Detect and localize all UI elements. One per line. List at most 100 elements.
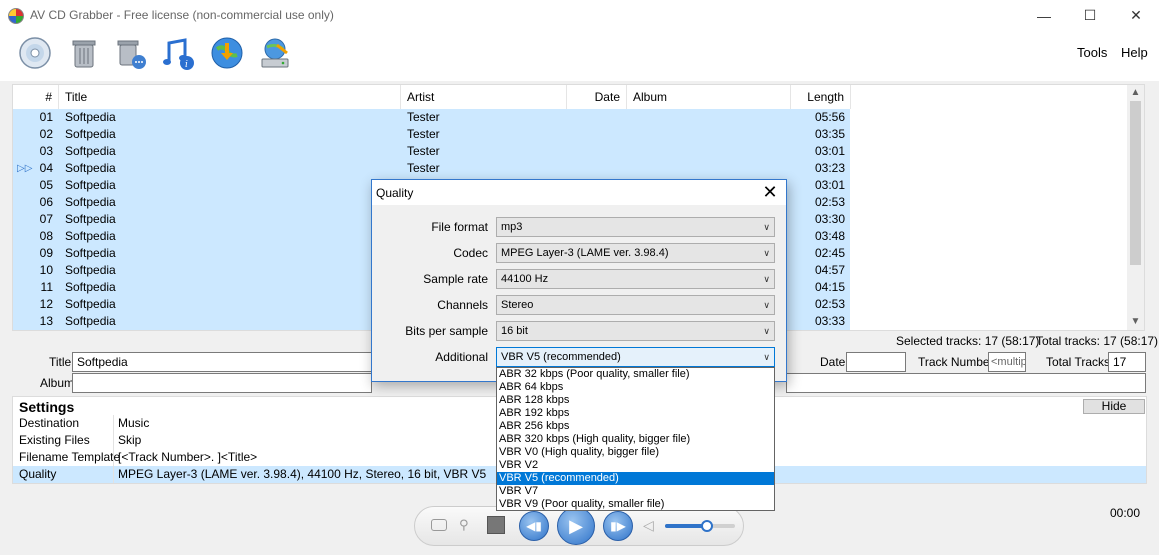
total-tracks-field[interactable]: 17 — [1108, 352, 1146, 372]
tools-menu[interactable]: Tools — [1077, 45, 1107, 60]
dialog-select[interactable]: 44100 Hz ∨ — [496, 269, 775, 289]
download-globe-icon[interactable] — [209, 35, 245, 71]
cd-icon[interactable] — [17, 35, 53, 71]
app-cd-icon — [8, 8, 24, 24]
track-number-label: Track Number — [918, 355, 994, 369]
track-number-field[interactable]: <multip — [988, 352, 1026, 372]
track-number: 06 — [39, 195, 53, 209]
scroll-down-arrow[interactable]: ▼ — [1127, 314, 1144, 330]
dialog-select[interactable]: mp3 ∨ — [496, 217, 775, 237]
track-length: 03:35 — [814, 127, 845, 141]
column-header-title[interactable]: Title — [59, 85, 401, 109]
chevron-down-icon: ∨ — [763, 248, 770, 258]
chevron-down-icon: ∨ — [763, 326, 770, 336]
dropdown-option[interactable]: VBR V7 — [497, 485, 774, 498]
minimize-button[interactable]: — — [1021, 0, 1067, 31]
eject-icon[interactable] — [431, 519, 447, 531]
date-field[interactable] — [846, 352, 906, 372]
track-title: Softpedia — [65, 280, 116, 294]
settings-divider — [113, 466, 114, 483]
dropdown-option[interactable]: ABR 320 kbps (High quality, bigger file) — [497, 433, 774, 446]
track-number: 05 — [39, 178, 53, 192]
dialog-select[interactable]: VBR V5 (recommended) ∨ — [496, 347, 775, 367]
settings-key: Filename Template — [19, 450, 121, 464]
track-list-scrollbar[interactable]: ▲ ▼ — [1127, 85, 1144, 330]
chevron-down-icon: ∨ — [763, 222, 770, 232]
dialog-close-icon[interactable]: ✕ — [760, 182, 780, 202]
track-number: 13 — [39, 314, 53, 328]
stop-icon[interactable] — [487, 516, 505, 534]
total-tracks-label: Total Tracks — [1046, 355, 1111, 369]
column-header-length[interactable]: Length — [791, 85, 851, 109]
dropdown-option[interactable]: ABR 32 kbps (Poor quality, smaller file) — [497, 368, 774, 381]
music-info-icon[interactable]: i — [161, 35, 197, 71]
column-header-date[interactable]: Date — [567, 85, 627, 109]
date-label: Date — [820, 355, 846, 369]
column-header-number[interactable]: # — [13, 85, 59, 109]
title-field[interactable]: Softpedia — [72, 352, 372, 372]
dropdown-option[interactable]: ABR 192 kbps — [497, 407, 774, 420]
dialog-select[interactable]: 16 bit ∨ — [496, 321, 775, 341]
chevron-down-icon: ∨ — [763, 274, 770, 284]
album-field-continued[interactable] — [786, 373, 1146, 393]
dialog-field-label: Channels — [437, 298, 488, 312]
previous-track-button[interactable]: ◀▮ — [519, 511, 549, 541]
track-artist: Tester — [407, 161, 440, 175]
trash-options-icon[interactable] — [114, 35, 150, 71]
track-length: 02:53 — [814, 195, 845, 209]
maximize-button[interactable]: ☐ — [1067, 0, 1113, 31]
hide-settings-button[interactable]: Hide — [1083, 399, 1145, 414]
track-number: 09 — [39, 246, 53, 260]
track-title: Softpedia — [65, 110, 116, 124]
ribbon-icon[interactable]: ⚲ — [459, 517, 469, 533]
track-length: 03:33 — [814, 314, 845, 328]
trash-icon[interactable] — [66, 35, 102, 71]
close-button[interactable]: ✕ — [1113, 0, 1159, 31]
dialog-select-value: MPEG Layer-3 (LAME ver. 3.98.4) — [501, 247, 669, 259]
dropdown-option[interactable]: VBR V0 (High quality, bigger file) — [497, 446, 774, 459]
dropdown-option[interactable]: ABR 128 kbps — [497, 394, 774, 407]
help-menu[interactable]: Help — [1121, 45, 1148, 60]
dropdown-option[interactable]: ABR 256 kbps — [497, 420, 774, 433]
track-title: Softpedia — [65, 212, 116, 226]
volume-knob[interactable] — [701, 520, 713, 532]
track-title: Softpedia — [65, 297, 116, 311]
track-length: 04:15 — [814, 280, 845, 294]
dialog-select-value: mp3 — [501, 221, 523, 233]
dialog-select-value: 44100 Hz — [501, 273, 549, 285]
column-header-artist[interactable]: Artist — [401, 85, 567, 109]
chevron-down-icon: ∨ — [763, 300, 770, 310]
scroll-up-arrow[interactable]: ▲ — [1127, 85, 1144, 101]
dropdown-option[interactable]: VBR V9 (Poor quality, smaller file) — [497, 498, 774, 511]
dialog-select[interactable]: Stereo ∨ — [496, 295, 775, 315]
column-header-album[interactable]: Album — [627, 85, 791, 109]
track-length: 03:48 — [814, 229, 845, 243]
dropdown-option[interactable]: ABR 64 kbps — [497, 381, 774, 394]
table-row[interactable]: ▷▷ 04 Softpedia Tester 03:23 — [13, 160, 850, 177]
dropdown-option[interactable]: VBR V5 (recommended) — [497, 472, 774, 485]
table-row[interactable]: 01 Softpedia Tester 05:56 — [13, 109, 850, 126]
track-length: 03:30 — [814, 212, 845, 226]
dialog-select[interactable]: MPEG Layer-3 (LAME ver. 3.98.4) ∨ — [496, 243, 775, 263]
play-button[interactable]: ▶ — [557, 507, 595, 545]
track-title: Softpedia — [65, 263, 116, 277]
scroll-thumb[interactable] — [1130, 101, 1141, 265]
additional-options-list[interactable]: ABR 32 kbps (Poor quality, smaller file)… — [496, 367, 775, 511]
settings-key: Destination — [19, 416, 80, 430]
track-number: 08 — [39, 229, 53, 243]
table-row[interactable]: 03 Softpedia Tester 03:01 — [13, 143, 850, 160]
track-title: Softpedia — [65, 246, 116, 260]
album-field[interactable] — [72, 373, 372, 393]
dropdown-option[interactable]: VBR V2 — [497, 459, 774, 472]
quality-dialog: Quality ✕ File format mp3 ∨ Codec MPEG Layer… — [371, 179, 787, 382]
volume-slider[interactable] — [665, 520, 735, 532]
track-number: 07 — [39, 212, 53, 226]
track-artist: Tester — [407, 110, 440, 124]
next-track-button[interactable]: ▮▶ — [603, 511, 633, 541]
player-controls: ⚲ ◀▮ ▶ ▮▶ ◁ — [414, 506, 744, 546]
network-drive-icon[interactable] — [257, 35, 293, 71]
table-row[interactable]: 02 Softpedia Tester 03:35 — [13, 126, 850, 143]
track-title: Softpedia — [65, 195, 116, 209]
elapsed-time: 00:00 — [1110, 506, 1141, 520]
title-bar: AV CD Grabber - Free license (non-commer… — [0, 0, 1159, 31]
